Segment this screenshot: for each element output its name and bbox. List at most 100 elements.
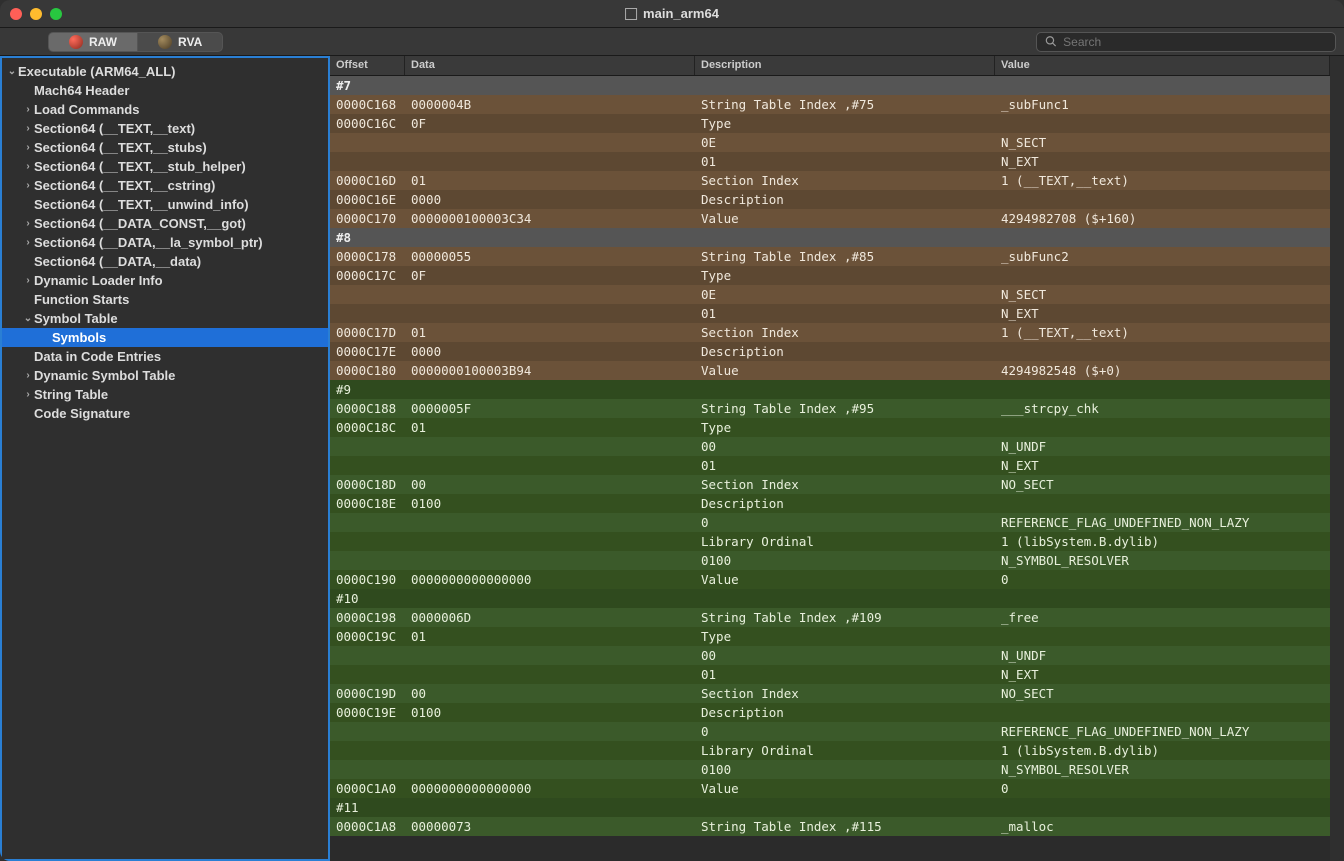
sidebar-item[interactable]: ›Section64 (__TEXT,__stubs)	[2, 138, 328, 157]
sidebar-item[interactable]: ›Section64 (__TEXT,__stub_helper)	[2, 157, 328, 176]
rva-button[interactable]: RVA	[138, 32, 223, 52]
maximize-icon[interactable]	[50, 8, 62, 20]
table-row[interactable]: 0100N_SYMBOL_RESOLVER	[330, 551, 1330, 570]
tree-label: Section64 (__TEXT,__stubs)	[34, 140, 207, 155]
table-row[interactable]: #9	[330, 380, 1330, 399]
table-row[interactable]: 01N_EXT	[330, 665, 1330, 684]
col-value-header[interactable]: Value	[995, 56, 1330, 75]
table-row[interactable]: 0000C16D01Section Index1 (__TEXT,__text)	[330, 171, 1330, 190]
table-row[interactable]: #10	[330, 589, 1330, 608]
cell-desc: Section Index	[695, 477, 995, 492]
chevron-down-icon: ⌄	[6, 66, 18, 77]
table-row[interactable]: 0000C1680000004BString Table Index ,#75_…	[330, 95, 1330, 114]
table-row[interactable]: #7	[330, 76, 1330, 95]
col-desc-header[interactable]: Description	[695, 56, 995, 75]
table-body[interactable]: #70000C1680000004BString Table Index ,#7…	[330, 76, 1330, 861]
sidebar-item[interactable]: ›Section64 (__DATA_CONST,__got)	[2, 214, 328, 233]
table-row[interactable]: #11	[330, 798, 1330, 817]
cell-offset: 0000C16E	[330, 192, 405, 207]
table-row[interactable]: 0000C18C01Type	[330, 418, 1330, 437]
cell-desc: Description	[695, 496, 995, 511]
cell-value: REFERENCE_FLAG_UNDEFINED_NON_LAZY	[995, 515, 1330, 530]
search-field[interactable]	[1036, 32, 1336, 52]
table-row[interactable]: 0EN_SECT	[330, 133, 1330, 152]
cell-data: 0F	[405, 116, 695, 131]
cell-offset: 0000C170	[330, 211, 405, 226]
sidebar-item[interactable]: ›Section64 (__TEXT,__cstring)	[2, 176, 328, 195]
table-row[interactable]: 0EN_SECT	[330, 285, 1330, 304]
sidebar-item[interactable]: Mach64 Header	[2, 81, 328, 100]
table-row[interactable]: 0000C17D01Section Index1 (__TEXT,__text)	[330, 323, 1330, 342]
table-row[interactable]: 0000C19E0100Description	[330, 703, 1330, 722]
table-row[interactable]: 01N_EXT	[330, 304, 1330, 323]
table-row[interactable]: Library Ordinal1 (libSystem.B.dylib)	[330, 532, 1330, 551]
cell-offset: #8	[330, 230, 405, 245]
cell-value: 1 (__TEXT,__text)	[995, 325, 1330, 340]
minimize-icon[interactable]	[30, 8, 42, 20]
table-row[interactable]: 0000C1A00000000000000000Value0	[330, 779, 1330, 798]
table-row[interactable]: 0000C18E0100Description	[330, 494, 1330, 513]
cell-desc: Description	[695, 344, 995, 359]
table-row[interactable]: 0REFERENCE_FLAG_UNDEFINED_NON_LAZY	[330, 513, 1330, 532]
table-row[interactable]: 01N_EXT	[330, 456, 1330, 475]
cell-value: N_EXT	[995, 154, 1330, 169]
sidebar-item[interactable]: ›Load Commands	[2, 100, 328, 119]
table-row[interactable]: 0000C19C01Type	[330, 627, 1330, 646]
cell-desc: Library Ordinal	[695, 743, 995, 758]
chevron-right-icon: ›	[22, 275, 34, 286]
scrollbar[interactable]	[1330, 56, 1344, 861]
sidebar-item[interactable]: Section64 (__TEXT,__unwind_info)	[2, 195, 328, 214]
col-offset-header[interactable]: Offset	[330, 56, 405, 75]
table-row[interactable]: 0000C1880000005FString Table Index ,#95_…	[330, 399, 1330, 418]
col-data-header[interactable]: Data	[405, 56, 695, 75]
sidebar[interactable]: ⌄Executable (ARM64_ALL)Mach64 Header›Loa…	[0, 56, 330, 861]
search-input[interactable]	[1063, 35, 1327, 49]
tree-label: Section64 (__TEXT,__text)	[34, 121, 195, 136]
cell-value: 0	[995, 781, 1330, 796]
sidebar-item[interactable]: ›Section64 (__TEXT,__text)	[2, 119, 328, 138]
table-row[interactable]: 0000C1900000000000000000Value0	[330, 570, 1330, 589]
sidebar-item[interactable]: Code Signature	[2, 404, 328, 423]
cell-value: _malloc	[995, 819, 1330, 834]
table-row[interactable]: 01N_EXT	[330, 152, 1330, 171]
table-row[interactable]: 0000C1700000000100003C34Value4294982708 …	[330, 209, 1330, 228]
cell-value: _subFunc2	[995, 249, 1330, 264]
sidebar-item[interactable]: Symbols	[2, 328, 328, 347]
tree-label: Section64 (__DATA,__la_symbol_ptr)	[34, 235, 263, 250]
sidebar-item[interactable]: ›Dynamic Loader Info	[2, 271, 328, 290]
table-row[interactable]: 0100N_SYMBOL_RESOLVER	[330, 760, 1330, 779]
table-row[interactable]: 0000C18D00Section IndexNO_SECT	[330, 475, 1330, 494]
cell-value: N_SECT	[995, 135, 1330, 150]
sidebar-item[interactable]: Data in Code Entries	[2, 347, 328, 366]
sidebar-item[interactable]: ›Section64 (__DATA,__la_symbol_ptr)	[2, 233, 328, 252]
table-row[interactable]: 0000C17800000055String Table Index ,#85_…	[330, 247, 1330, 266]
table-row[interactable]: 0000C1980000006DString Table Index ,#109…	[330, 608, 1330, 627]
table-row[interactable]: #8	[330, 228, 1330, 247]
table-row[interactable]: 0000C16E0000Description	[330, 190, 1330, 209]
table-row[interactable]: 0000C1800000000100003B94Value4294982548 …	[330, 361, 1330, 380]
close-icon[interactable]	[10, 8, 22, 20]
cell-data: 01	[405, 420, 695, 435]
table-row[interactable]: 0000C17E0000Description	[330, 342, 1330, 361]
table-row[interactable]: Library Ordinal1 (libSystem.B.dylib)	[330, 741, 1330, 760]
table-row[interactable]: 0000C16C0FType	[330, 114, 1330, 133]
table-row[interactable]: 0000C19D00Section IndexNO_SECT	[330, 684, 1330, 703]
table-row[interactable]: 0REFERENCE_FLAG_UNDEFINED_NON_LAZY	[330, 722, 1330, 741]
raw-button[interactable]: RAW	[48, 32, 138, 52]
table-row[interactable]: 00N_UNDF	[330, 437, 1330, 456]
cell-value: NO_SECT	[995, 477, 1330, 492]
sidebar-item[interactable]: Function Starts	[2, 290, 328, 309]
table-row[interactable]: 00N_UNDF	[330, 646, 1330, 665]
cell-value: 1 (libSystem.B.dylib)	[995, 743, 1330, 758]
sidebar-item[interactable]: ›String Table	[2, 385, 328, 404]
table-row[interactable]: 0000C1A800000073String Table Index ,#115…	[330, 817, 1330, 836]
cell-data: 00	[405, 477, 695, 492]
tree-root-item[interactable]: ⌄Executable (ARM64_ALL)	[2, 62, 328, 81]
toolbar: RAW RVA	[0, 28, 1344, 56]
cell-value: N_SYMBOL_RESOLVER	[995, 553, 1330, 568]
cell-offset: 0000C18C	[330, 420, 405, 435]
table-row[interactable]: 0000C17C0FType	[330, 266, 1330, 285]
sidebar-item[interactable]: ⌄Symbol Table	[2, 309, 328, 328]
sidebar-item[interactable]: ›Dynamic Symbol Table	[2, 366, 328, 385]
sidebar-item[interactable]: Section64 (__DATA,__data)	[2, 252, 328, 271]
